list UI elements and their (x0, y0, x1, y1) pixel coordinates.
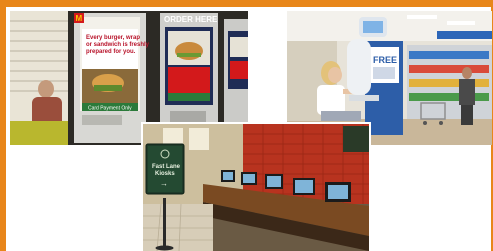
screen-headline-1: Every burger, wrap (86, 35, 140, 41)
photo-fast-lane-kiosks: Fast Lane Kiosks → (143, 124, 369, 251)
fast-lane-sign-line1: Fast Lane (152, 164, 181, 170)
kiosk-free-sign: FREE (373, 55, 397, 65)
arches-logo: M (76, 14, 83, 23)
arrow-right-icon: → (160, 179, 168, 188)
screen-headline-2: or sandwich is freshly (86, 42, 150, 48)
screen-footer: Card Payment Only (88, 106, 132, 112)
screen-headline-3: prepared for you. (86, 49, 136, 55)
order-here-sign: ORDER HERE (164, 15, 218, 24)
fast-lane-sign-line2: Kiosks (155, 171, 175, 177)
